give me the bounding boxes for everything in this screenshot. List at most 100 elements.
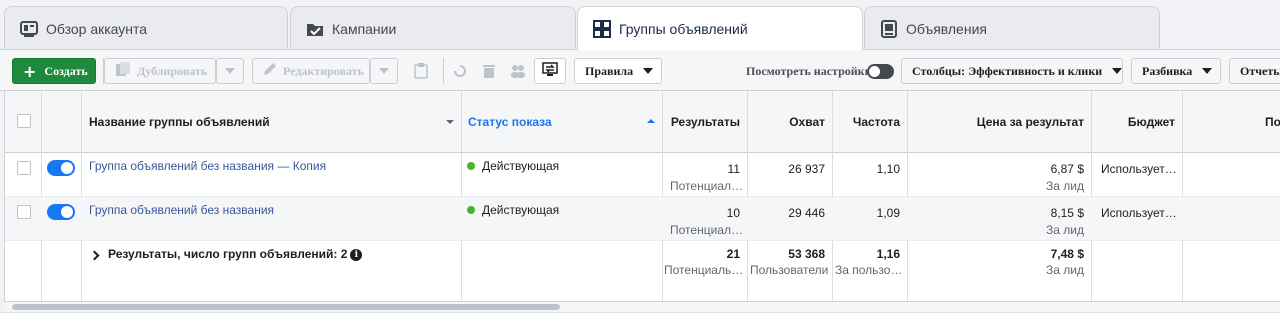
tab-label: Кампании (332, 20, 397, 37)
ad-set-name[interactable]: Группа объявлений без названия — Копия (89, 159, 326, 173)
tab-ad-sets[interactable]: Группы объявлений (577, 6, 863, 50)
summary-cost: 7,48 $ (1050, 247, 1084, 261)
pencil-icon (263, 62, 277, 80)
scrollbar-thumb[interactable] (12, 304, 560, 310)
edit-label: Редактировать (283, 63, 364, 78)
tab-ads[interactable]: Объявления (864, 6, 1160, 50)
revert-icon[interactable] (446, 58, 474, 84)
header-status[interactable]: Статус показа (468, 115, 552, 129)
cost-value: 8,15 $ (1050, 206, 1084, 220)
view-settings-toggle[interactable] (867, 64, 894, 79)
info-icon[interactable]: i (350, 248, 363, 261)
summary-row: Результаты, число групп объявлений: 2i 2… (5, 241, 1280, 301)
tab-account-overview[interactable]: Обзор аккаунта (4, 6, 288, 50)
sort-up-icon[interactable] (647, 119, 655, 123)
edit-button[interactable]: Редактировать (252, 58, 370, 84)
breakdown-button[interactable]: Разбивка (1131, 58, 1221, 84)
header-reach[interactable]: Охват (789, 115, 825, 129)
summary-reach: 53 368 (788, 247, 825, 261)
create-button[interactable]: + Создать (12, 58, 96, 84)
cost-type: За лид (1046, 223, 1084, 237)
summary-results: 21 (726, 247, 740, 261)
trash-icon[interactable] (475, 58, 503, 84)
chevron-right-icon[interactable] (89, 250, 100, 261)
horizontal-scrollbar[interactable] (4, 301, 1280, 311)
row-status-toggle[interactable] (47, 160, 75, 176)
chevron-down-icon (643, 68, 654, 74)
budget-value: Использует… (1101, 162, 1177, 176)
toolbar: + Создать Дублировать Редактировать Прав… (0, 49, 1280, 91)
table-row[interactable]: Группа объявлений без названия Действующ… (5, 197, 1280, 241)
ab-test-button[interactable] (534, 58, 566, 84)
account-overview-icon (19, 19, 39, 39)
ad-sets-table: Название группы объявлений Статус показа… (4, 91, 1280, 301)
breakdown-label: Разбивка (1142, 63, 1193, 78)
reach-value: 26 937 (788, 162, 825, 176)
row-checkbox[interactable] (17, 205, 31, 219)
row-checkbox[interactable] (17, 161, 31, 175)
tab-bar: Обзор аккаунта Кампании Группы объявлени… (0, 0, 1280, 50)
ad-sets-grid-icon (592, 19, 612, 39)
reach-value: 29 446 (788, 206, 825, 220)
create-label: Создать (44, 63, 88, 78)
delivery-status: Действующая (482, 203, 560, 217)
row-status-toggle[interactable] (47, 204, 75, 220)
rules-button[interactable]: Правила (574, 58, 662, 84)
header-budget[interactable]: Бюджет (1128, 115, 1175, 129)
chevron-down-icon (1112, 68, 1123, 74)
frequency-value: 1,09 (876, 206, 900, 220)
active-status-dot (467, 206, 475, 214)
ads-icon (879, 19, 899, 39)
duplicate-label: Дублировать (137, 63, 208, 78)
sort-down-icon[interactable] (446, 120, 454, 124)
table-header: Название группы объявлений Статус показа… (5, 91, 1280, 153)
duplicate-icon (115, 61, 131, 81)
select-all-checkbox[interactable] (17, 114, 31, 128)
header-frequency[interactable]: Частота (853, 115, 900, 129)
ab-test-icon (542, 62, 558, 80)
edit-dropdown[interactable] (370, 58, 398, 84)
chevron-down-icon (379, 68, 389, 74)
summary-frequency: 1,16 (876, 247, 900, 261)
columns-label: Столбцы: Эффективность и клики (912, 63, 1103, 78)
tab-label: Обзор аккаунта (46, 20, 148, 37)
summary-label-text: Результаты, число групп объявлений: 2 (108, 247, 348, 261)
cost-type: За лид (1046, 179, 1084, 193)
active-status-dot (467, 162, 475, 170)
header-cost-per-result[interactable]: Цена за результат (977, 115, 1084, 129)
duplicate-button[interactable]: Дублировать (104, 58, 216, 84)
summary-results-type: Потенциаль… (664, 263, 744, 277)
frequency-value: 1,10 (876, 162, 900, 176)
tab-label: Объявления (906, 20, 987, 37)
header-name[interactable]: Название группы объявлений (89, 115, 270, 129)
summary-label: Результаты, число групп объявлений: 2i (108, 247, 363, 261)
duplicate-dropdown[interactable] (216, 58, 244, 84)
delivery-status: Действующая (482, 159, 560, 173)
results-type: Потенциал… (670, 223, 743, 237)
header-spent[interactable]: Пот (1265, 115, 1280, 129)
cost-value: 6,87 $ (1050, 162, 1084, 176)
rules-label: Правила (585, 63, 634, 78)
footer-area (0, 312, 1280, 334)
summary-reach-type: Пользователи (750, 263, 829, 277)
results-value: 11 (727, 162, 740, 176)
clipboard-icon[interactable] (407, 58, 435, 84)
reports-label: Отчеты (1240, 63, 1280, 78)
view-settings-label: Посмотреть настройки (746, 64, 872, 78)
chevron-down-icon (1202, 68, 1213, 74)
tab-campaigns[interactable]: Кампании (290, 6, 576, 50)
results-type: Потенциал… (670, 179, 743, 193)
plus-icon: + (23, 61, 37, 81)
table-row[interactable]: Группа объявлений без названия — Копия Д… (5, 153, 1280, 197)
ad-set-name[interactable]: Группа объявлений без названия (89, 203, 274, 217)
results-value: 10 (726, 206, 740, 220)
reports-button[interactable]: Отчеты (1229, 58, 1280, 84)
summary-cost-type: За лид (1046, 263, 1084, 277)
header-results[interactable]: Результаты (671, 115, 740, 129)
summary-frequency-type: За пользо… (835, 263, 903, 277)
chevron-down-icon (225, 68, 235, 74)
columns-button[interactable]: Столбцы: Эффективность и клики (901, 58, 1123, 84)
budget-value: Использует… (1101, 206, 1177, 220)
audience-icon[interactable] (504, 58, 532, 84)
campaign-folder-icon (305, 19, 325, 39)
